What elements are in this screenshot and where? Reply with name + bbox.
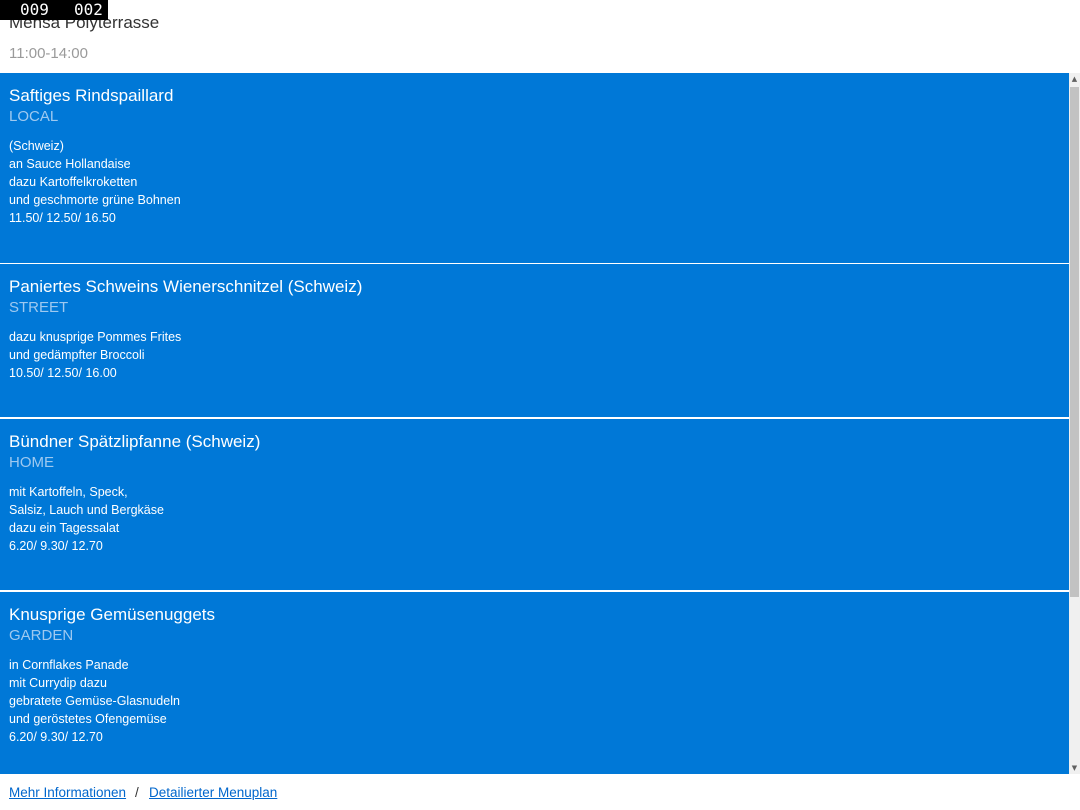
menu-description-line: an Sauce Hollandaise bbox=[9, 157, 131, 171]
menu-item-local[interactable]: Saftiges Rindspaillard LOCAL (Schweiz) a… bbox=[0, 73, 1069, 263]
counter-right: 002 bbox=[74, 0, 103, 19]
menu-line-label: HOME bbox=[9, 454, 54, 471]
detailed-menu-link[interactable]: Detailierter Menuplan bbox=[149, 784, 277, 802]
menu-description-line: dazu ein Tagessalat bbox=[9, 521, 120, 535]
menu-item-garden[interactable]: Knusprige Gemüsenuggets GARDEN in Cornfl… bbox=[0, 592, 1069, 774]
menu-price: 6.20/ 9.30/ 12.70 bbox=[9, 730, 103, 744]
menu-description-line: (Schweiz) bbox=[9, 139, 64, 153]
menu-title: Bündner Spätzlipfanne (Schweiz) bbox=[9, 432, 261, 451]
menu-description-line: dazu knusprige Pommes Frites bbox=[9, 330, 182, 344]
menu-title: Saftiges Rindspaillard bbox=[9, 86, 174, 105]
counter-left: 009 bbox=[20, 0, 49, 19]
menu-price: 11.50/ 12.50/ 16.50 bbox=[9, 211, 116, 225]
opening-hours: 11:00-14:00 bbox=[9, 45, 88, 62]
menu-title: Paniertes Schweins Wienerschnitzel (Schw… bbox=[9, 277, 363, 296]
menu-item-home[interactable]: Bündner Spätzlipfanne (Schweiz) HOME mit… bbox=[0, 419, 1069, 590]
menu-description-line: und geröstetes Ofengemüse bbox=[9, 712, 167, 726]
menu-description: dazu knusprige Pommes Frites und gedämpf… bbox=[9, 328, 181, 382]
menu-description: (Schweiz) an Sauce Hollandaise dazu Kart… bbox=[9, 137, 181, 227]
menu-description: mit Kartoffeln, Speck, Salsiz, Lauch und… bbox=[9, 483, 164, 555]
menu-item-street[interactable]: Paniertes Schweins Wienerschnitzel (Schw… bbox=[0, 264, 1069, 417]
menu-price: 6.20/ 9.30/ 12.70 bbox=[9, 539, 103, 553]
menu-line-label: STREET bbox=[9, 299, 69, 316]
header: 009 002 Mensa Polyterrasse 11:00-14:00 bbox=[0, 0, 1080, 73]
menu-description-line: gebratete Gemüse-Glasnudeln bbox=[9, 694, 180, 708]
menu-description: in Cornflakes Panade mit Currydip dazu g… bbox=[9, 656, 180, 746]
menu-description-line: mit Kartoffeln, Speck, bbox=[9, 485, 128, 499]
scrollbar-thumb[interactable] bbox=[1070, 87, 1079, 597]
menu-description-line: Salsiz, Lauch und Bergkäse bbox=[9, 503, 164, 517]
more-info-link[interactable]: Mehr Informationen bbox=[9, 784, 126, 802]
scroll-up-icon[interactable]: ▲ bbox=[1069, 73, 1080, 85]
menu-description-line: dazu Kartoffelkroketten bbox=[9, 175, 138, 189]
link-separator: / bbox=[135, 785, 139, 800]
menu-description-line: und gedämpfter Broccoli bbox=[9, 348, 145, 362]
vertical-scrollbar[interactable]: ▲ ▼ bbox=[1069, 73, 1080, 774]
menu-description-line: in Cornflakes Panade bbox=[9, 658, 129, 672]
menu-description-line: und geschmorte grüne Bohnen bbox=[9, 193, 181, 207]
page: 009 002 Mensa Polyterrasse 11:00-14:00 S… bbox=[0, 0, 1080, 810]
menu-line-label: LOCAL bbox=[9, 108, 59, 125]
menu-price: 10.50/ 12.50/ 16.00 bbox=[9, 366, 117, 380]
menu-list: Saftiges Rindspaillard LOCAL (Schweiz) a… bbox=[0, 73, 1069, 774]
footer: Mehr Informationen / Detailierter Menupl… bbox=[0, 774, 1080, 810]
menu-line-label: GARDEN bbox=[9, 627, 74, 644]
menu-description-line: mit Currydip dazu bbox=[9, 676, 107, 690]
frame-counter: 009 002 bbox=[0, 0, 108, 20]
menu-title: Knusprige Gemüsenuggets bbox=[9, 605, 216, 624]
scroll-down-icon[interactable]: ▼ bbox=[1069, 762, 1080, 774]
